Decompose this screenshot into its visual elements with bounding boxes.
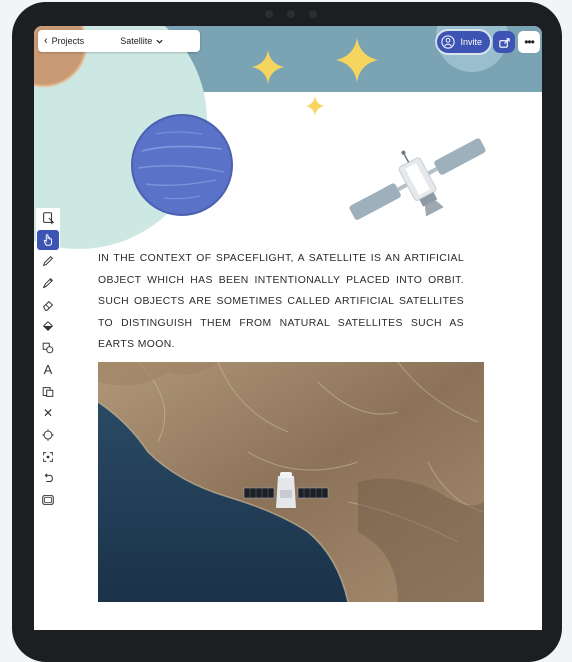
- tool-text[interactable]: A: [37, 360, 59, 380]
- actions-bar: Invite •••: [437, 30, 542, 54]
- more-icon: •••: [524, 35, 535, 49]
- fill-icon: [42, 321, 54, 332]
- hand-icon: [43, 233, 52, 246]
- back-button-label: Projects: [51, 36, 85, 46]
- tool-palette: A ✕: [36, 208, 60, 512]
- pen-icon: [42, 278, 54, 289]
- frame-icon: [42, 495, 54, 505]
- tool-close[interactable]: ✕: [37, 403, 59, 423]
- image-icon: [42, 386, 54, 397]
- tool-crop[interactable]: [37, 447, 59, 467]
- chevron-left-icon: ‹: [44, 34, 48, 47]
- tool-hand[interactable]: [37, 229, 59, 250]
- tool-shapes[interactable]: [37, 338, 59, 358]
- document-title: Satellite: [120, 36, 153, 46]
- satellite-illustration: [349, 138, 486, 220]
- tool-pen[interactable]: [37, 273, 59, 293]
- share-icon: [498, 37, 510, 48]
- tool-fill[interactable]: [37, 316, 59, 336]
- tool-undo[interactable]: [37, 468, 59, 488]
- chevron-down-icon: [156, 39, 163, 44]
- eraser-icon: [43, 300, 54, 311]
- invite-button[interactable]: Invite: [437, 31, 490, 53]
- share-button[interactable]: [493, 31, 515, 53]
- body-paragraph[interactable]: IN THE CONTEXT OF SPACEFLIGHT, A SATELLI…: [98, 248, 464, 356]
- tool-select[interactable]: [37, 208, 59, 228]
- document-title-dropdown[interactable]: Satellite: [120, 36, 164, 46]
- target-icon: [42, 429, 54, 441]
- select-icon: [43, 212, 55, 225]
- planet-blue: [131, 114, 233, 216]
- tool-eraser[interactable]: [37, 295, 59, 315]
- tool-pencil[interactable]: [37, 251, 59, 271]
- close-icon: ✕: [42, 406, 54, 421]
- tool-frame[interactable]: [37, 490, 59, 510]
- tool-image[interactable]: [37, 382, 59, 402]
- more-button[interactable]: •••: [518, 31, 540, 53]
- tool-target[interactable]: [37, 425, 59, 445]
- camera-sensors: [257, 8, 337, 20]
- add-user-icon: [441, 35, 456, 49]
- undo-icon: [44, 473, 53, 483]
- navigation-bar: ‹ Projects Satellite: [38, 30, 200, 52]
- text-icon: A: [43, 362, 53, 378]
- sparkle-star: [252, 38, 378, 116]
- canvas-screen[interactable]: ‹ Projects Satellite Invite ••• A ✕ IN T…: [34, 26, 542, 630]
- satellite-photo[interactable]: [98, 362, 484, 602]
- crop-icon: [43, 451, 53, 462]
- back-button[interactable]: ‹ Projects: [38, 30, 90, 52]
- invite-button-label: Invite: [460, 37, 482, 47]
- shapes-icon: [42, 342, 54, 354]
- pencil-icon: [42, 256, 54, 267]
